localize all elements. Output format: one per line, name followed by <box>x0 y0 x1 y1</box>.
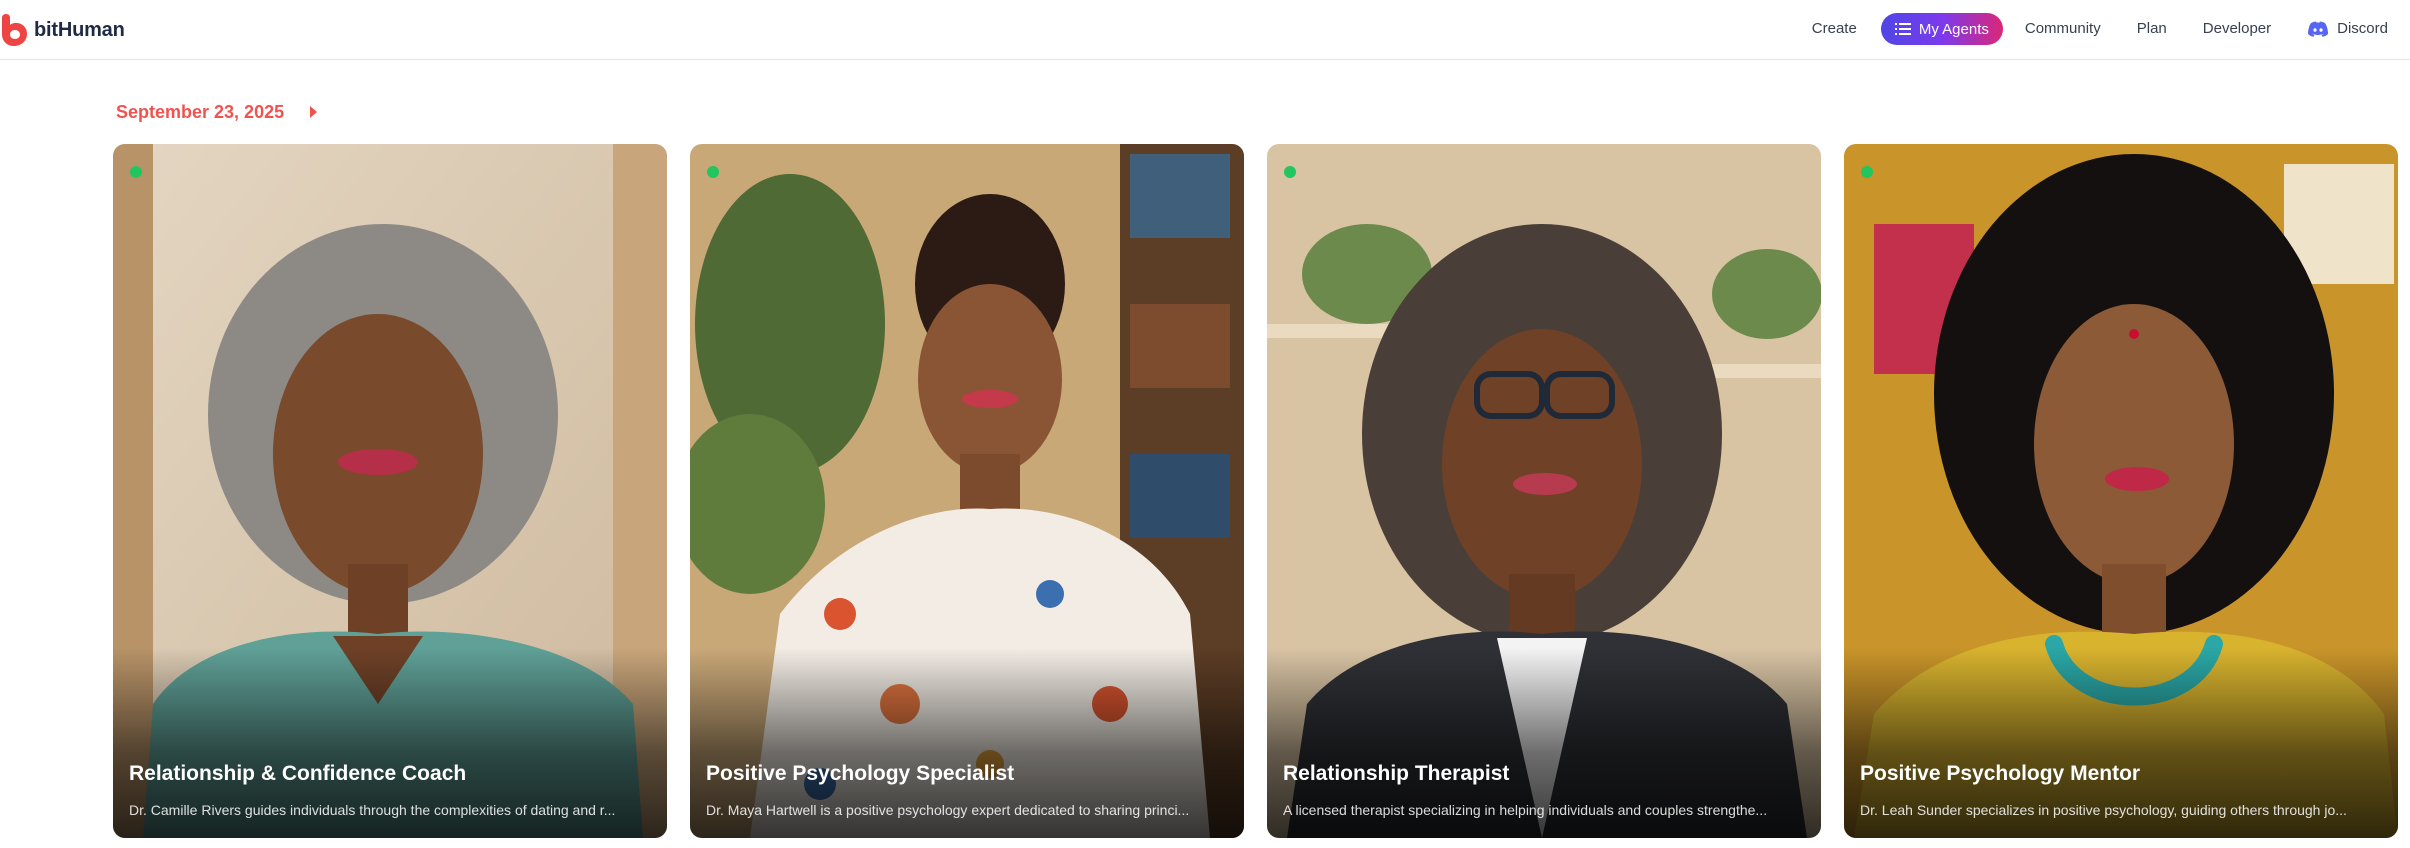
nav-create-label: Create <box>1811 20 1857 37</box>
agent-card[interactable]: Positive Psychology Mentor Dr. Leah Sund… <box>1844 144 2398 838</box>
nav-create[interactable]: Create <box>1800 12 1869 46</box>
expand-arrow-icon[interactable] <box>310 106 318 118</box>
agent-card[interactable]: Relationship Therapist A licensed therap… <box>1267 144 1821 838</box>
bithuman-logo[interactable]: bitHuman <box>0 12 125 48</box>
nav-plan[interactable]: Plan <box>2125 12 2179 46</box>
nav-my-agents-label: My Agents <box>1918 20 1989 38</box>
nav-discord-label: Discord <box>2337 20 2388 37</box>
agent-description: A licensed therapist specializing in hel… <box>1283 802 1768 818</box>
nav-plan-label: Plan <box>2136 20 2167 37</box>
agent-description: Dr. Maya Hartwell is a positive psycholo… <box>706 802 1190 818</box>
list-icon <box>1894 23 1911 35</box>
nav-community-label: Community <box>2024 20 2101 37</box>
nav-discord[interactable]: Discord <box>2295 12 2410 46</box>
online-status-dot <box>707 166 719 178</box>
date-group-header[interactable]: September 23, 2025 <box>116 100 318 124</box>
agent-title: Relationship Therapist <box>1283 762 1510 785</box>
date-group-label: September 23, 2025 <box>116 101 285 122</box>
nav-developer[interactable]: Developer <box>2191 12 2283 46</box>
agent-description: Dr. Camille Rivers guides individuals th… <box>129 802 616 818</box>
discord-icon <box>2308 21 2329 37</box>
agent-card[interactable]: Positive Psychology Specialist Dr. Maya … <box>690 144 1244 838</box>
online-status-dot <box>1861 166 1873 178</box>
online-status-dot <box>130 166 142 178</box>
bithuman-logo-icon <box>2 14 27 46</box>
nav-community[interactable]: Community <box>2013 12 2113 46</box>
logo-text: bitHuman <box>34 18 125 41</box>
top-navigation-bar: bitHuman Create My Agents Community Plan… <box>0 0 2410 60</box>
agent-card-grid: Relationship & Confidence Coach Dr. Cami… <box>113 144 2403 838</box>
online-status-dot <box>1284 166 1296 178</box>
agent-title: Positive Psychology Mentor <box>1860 762 2141 785</box>
agent-title: Positive Psychology Specialist <box>706 762 1015 785</box>
nav-my-agents[interactable]: My Agents <box>1880 13 2003 45</box>
agent-title: Relationship & Confidence Coach <box>129 762 467 785</box>
agent-description: Dr. Leah Sunder specializes in positive … <box>1860 802 2347 818</box>
agent-card[interactable]: Relationship & Confidence Coach Dr. Cami… <box>113 144 667 838</box>
nav-developer-label: Developer <box>2202 20 2272 37</box>
main-nav: Create My Agents Community Plan Develope… <box>1800 12 2410 46</box>
